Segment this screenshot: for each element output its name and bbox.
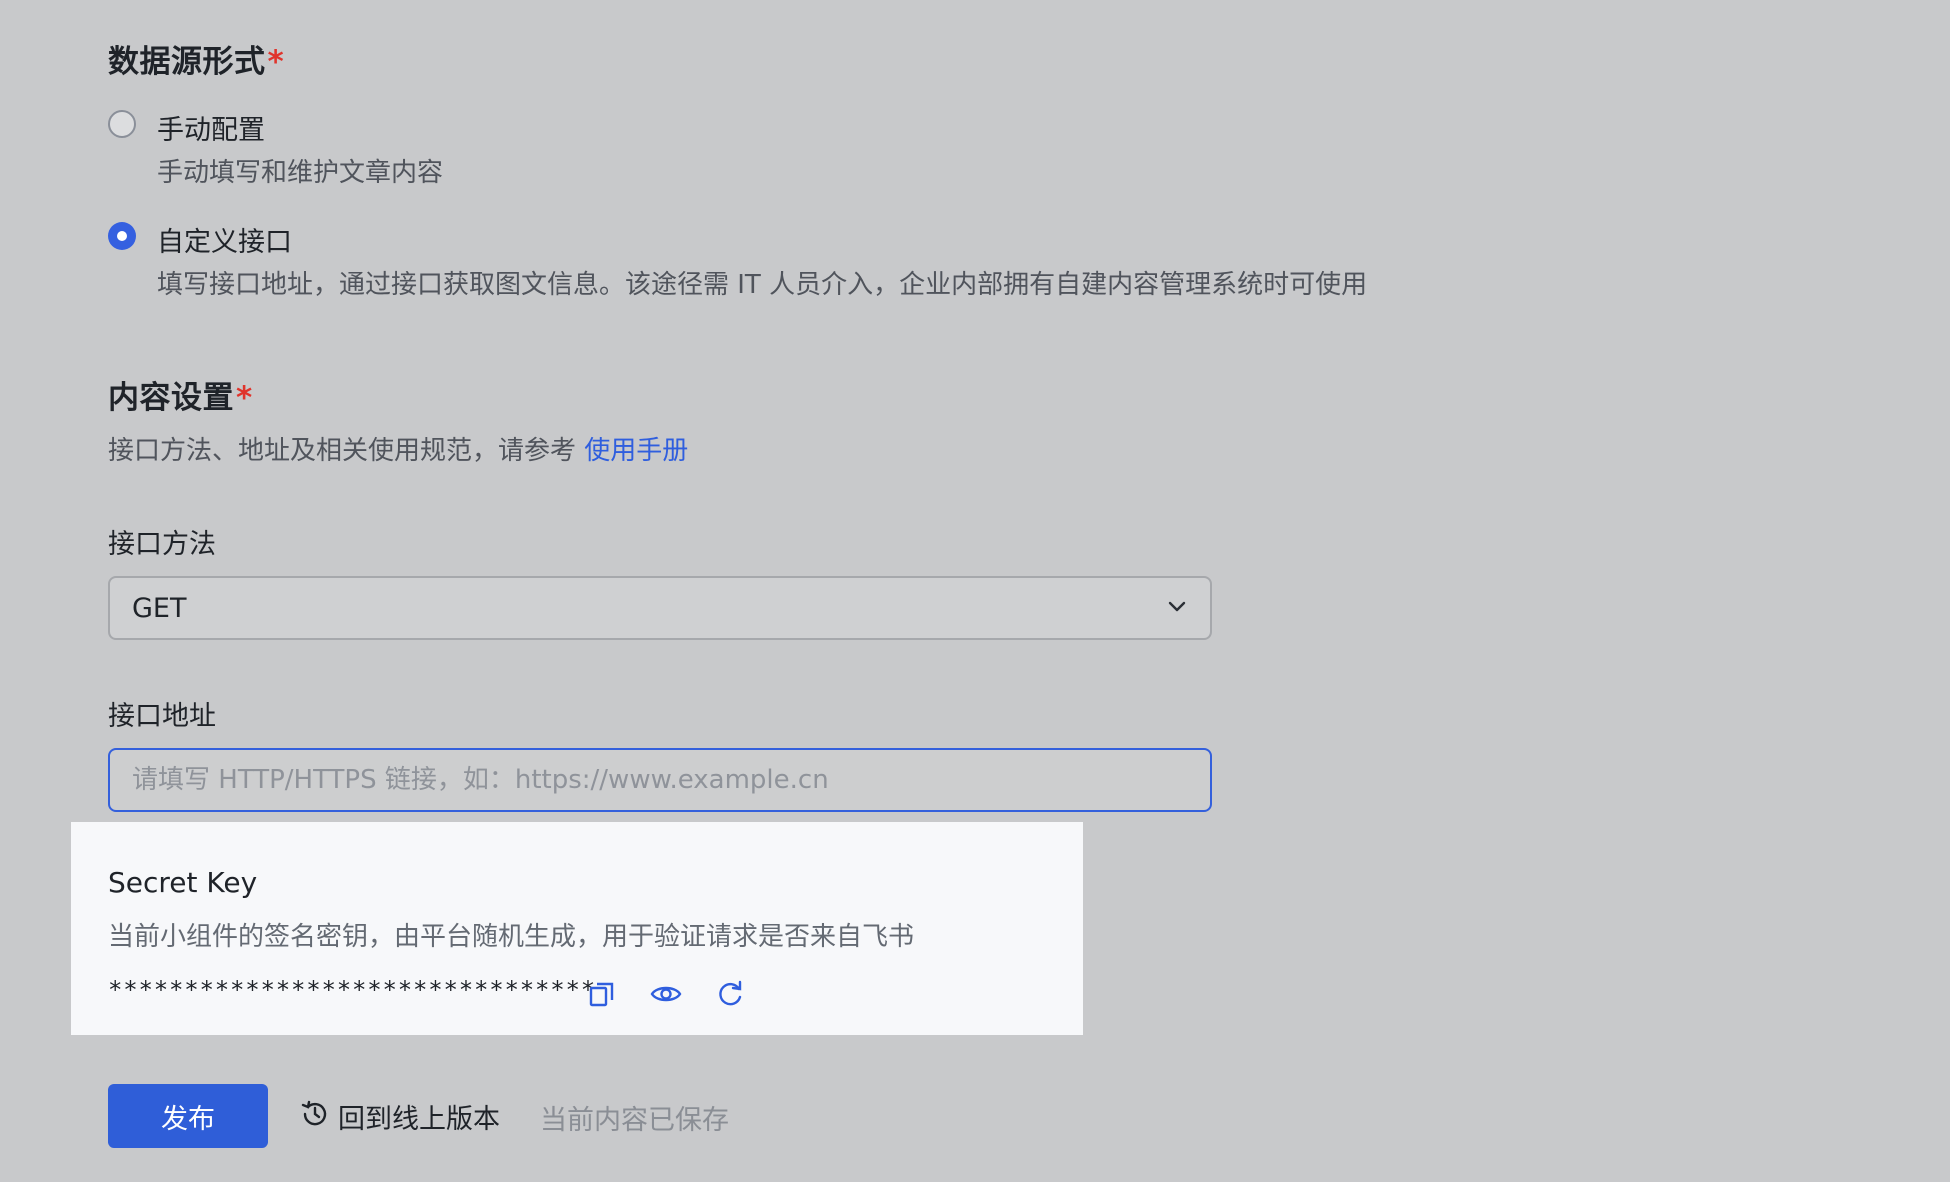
- copy-icon[interactable]: [585, 977, 619, 1011]
- content-settings-description-text: 接口方法、地址及相关使用规范，请参考: [108, 436, 577, 466]
- secret-key-title: Secret Key: [108, 866, 258, 899]
- revert-to-online-button[interactable]: 回到线上版本: [300, 1094, 500, 1138]
- radio-description-custom-api: 填写接口地址，通过接口获取图文信息。该途径需 IT 人员介入，企业内部拥有自建内…: [157, 270, 1368, 300]
- content-settings-title-text: 内容设置: [108, 380, 234, 416]
- content-settings-description: 接口方法、地址及相关使用规范，请参考 使用手册: [108, 430, 688, 467]
- revert-label: 回到线上版本: [338, 1103, 500, 1135]
- data-source-title: 数据源形式*: [108, 36, 284, 81]
- content-settings-title: 内容设置*: [108, 372, 253, 417]
- user-manual-link[interactable]: 使用手册: [584, 436, 688, 466]
- data-source-title-text: 数据源形式: [108, 44, 266, 80]
- secret-key-value: ********************************: [108, 976, 596, 1004]
- eye-icon[interactable]: [649, 977, 683, 1011]
- radio-label-custom-api: 自定义接口: [157, 227, 292, 258]
- address-input[interactable]: [108, 748, 1212, 812]
- radio-description-manual: 手动填写和维护文章内容: [157, 158, 444, 188]
- radio-label-manual: 手动配置: [157, 115, 265, 146]
- required-mark: *: [236, 380, 253, 416]
- radio-button-manual[interactable]: [108, 110, 136, 138]
- secret-key-description: 当前小组件的签名密钥，由平台随机生成，用于验证请求是否来自飞书: [108, 922, 915, 952]
- radio-option-custom-api[interactable]: 自定义接口 填写接口地址，通过接口获取图文信息。该途径需 IT 人员介入，企业内…: [108, 220, 1508, 304]
- method-label: 接口方法: [108, 529, 216, 560]
- save-status-text: 当前内容已保存: [540, 1105, 729, 1136]
- chevron-down-icon: [1166, 595, 1188, 621]
- radio-option-manual[interactable]: 手动配置 手动填写和维护文章内容: [108, 108, 708, 192]
- method-selected-value: GET: [132, 592, 187, 624]
- radio-button-custom-api[interactable]: [108, 222, 136, 250]
- history-icon: [300, 1099, 330, 1133]
- secret-key-card: Secret Key 当前小组件的签名密钥，由平台随机生成，用于验证请求是否来自…: [71, 822, 1083, 1035]
- address-label: 接口地址: [108, 701, 216, 732]
- required-mark: *: [267, 44, 285, 80]
- publish-button[interactable]: 发布: [108, 1084, 268, 1148]
- refresh-icon[interactable]: [713, 977, 747, 1011]
- method-select[interactable]: GET: [108, 576, 1212, 640]
